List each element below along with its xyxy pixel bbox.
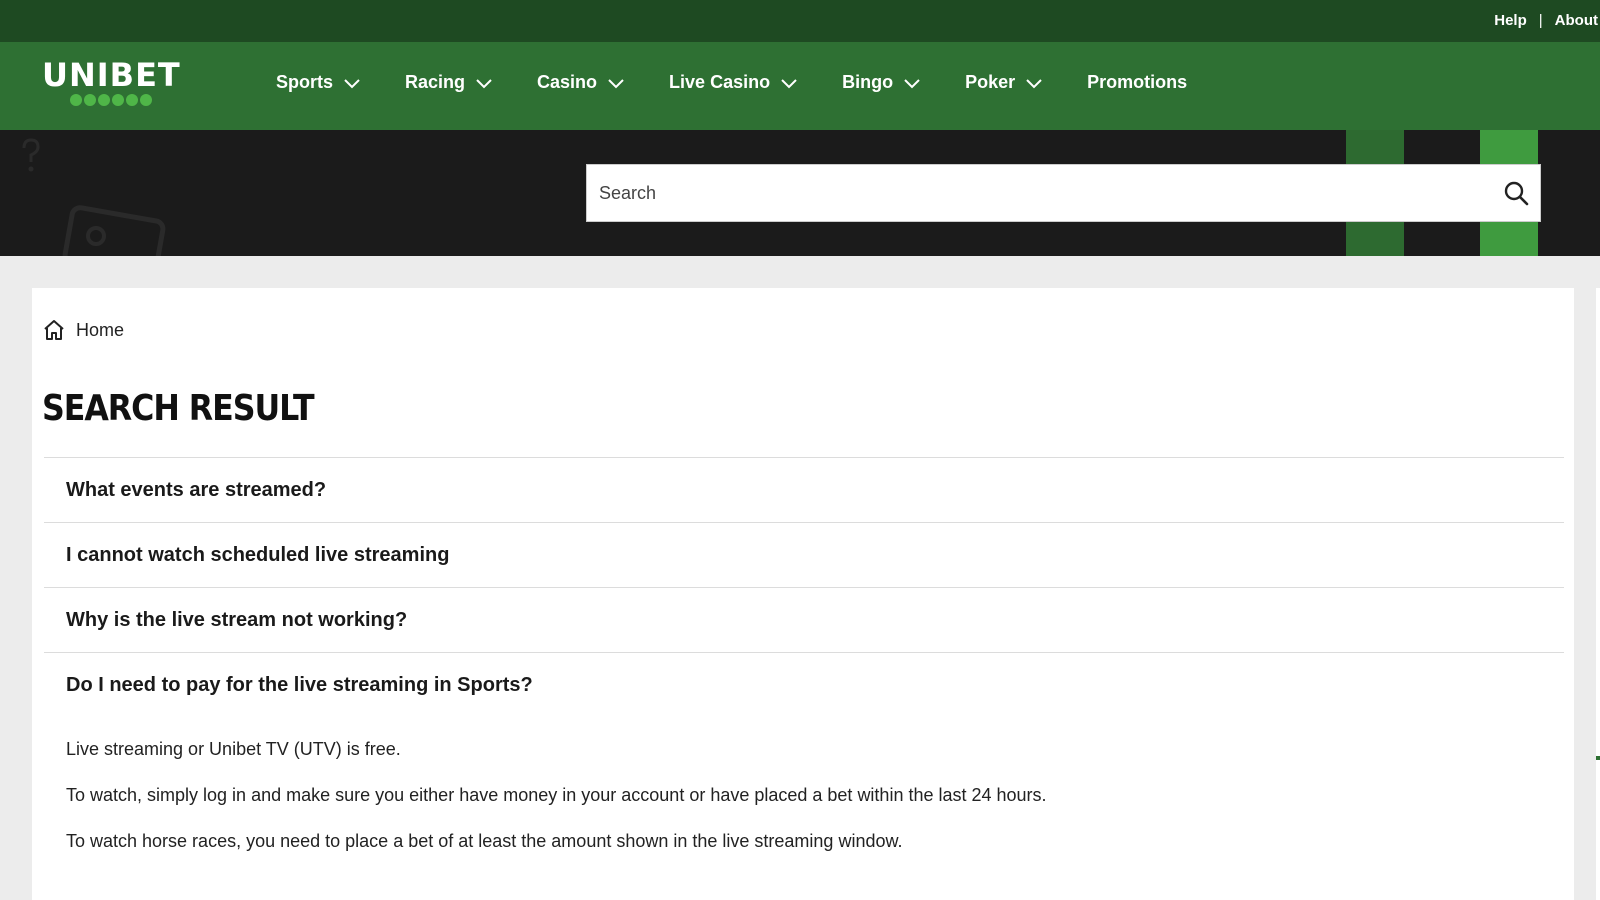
nav-item-label: Live Casino — [669, 72, 771, 92]
breadcrumb: Home — [42, 318, 124, 342]
page-title: SEARCH RESULT — [42, 388, 315, 429]
utility-separator: | — [1538, 12, 1543, 29]
search-results-card: Home SEARCH RESULT What events are strea… — [32, 288, 1574, 900]
nav-item-label: Casino — [537, 72, 598, 92]
answer-paragraph: Live streaming or Unibet TV (UTV) is fre… — [66, 739, 401, 759]
side-panel-marker — [1596, 756, 1600, 760]
nav-item-label: Poker — [965, 72, 1016, 92]
primary-nav: Sports Racing Casino Live Casino Bingo P… — [276, 72, 1231, 93]
result-question: What events are streamed? — [66, 478, 327, 501]
result-question: I cannot watch scheduled live streaming — [66, 543, 450, 566]
home-icon[interactable] — [42, 318, 66, 342]
nav-item-poker[interactable]: Poker — [965, 72, 1043, 93]
result-answer: Live streaming or Unibet TV (UTV) is fre… — [44, 717, 1564, 852]
chevron-down-icon — [1026, 78, 1042, 88]
chevron-down-icon — [608, 78, 624, 88]
nav-item-bingo[interactable]: Bingo — [842, 72, 921, 93]
result-item[interactable]: What events are streamed? — [44, 457, 1564, 522]
search-icon[interactable] — [1502, 179, 1530, 207]
question-mark-icon — [22, 138, 40, 172]
nav-item-casino[interactable]: Casino — [537, 72, 625, 93]
answer-paragraph: To watch, simply log in and make sure yo… — [66, 785, 1047, 805]
nav-item-racing[interactable]: Racing — [405, 72, 493, 93]
result-item[interactable]: I cannot watch scheduled live streaming — [44, 522, 1564, 587]
logo-wordmark: UNIBET — [42, 56, 181, 94]
utility-links: Help | About — [1494, 12, 1598, 29]
results-list: What events are streamed? I cannot watch… — [44, 457, 1564, 877]
nav-item-label: Racing — [405, 72, 466, 92]
nav-item-promotions[interactable]: Promotions — [1087, 72, 1187, 93]
unibet-logo[interactable]: UNIBET — [42, 58, 182, 110]
breadcrumb-home-link[interactable]: Home — [76, 320, 124, 341]
nav-item-label: Promotions — [1087, 72, 1188, 92]
answer-paragraph: To watch horse races, you need to place … — [66, 831, 903, 851]
chevron-down-icon — [904, 78, 920, 88]
result-question: Why is the live stream not working? — [66, 608, 408, 631]
search-bar — [586, 164, 1541, 222]
chevron-down-icon — [476, 78, 492, 88]
result-item-expanded[interactable]: Do I need to pay for the live streaming … — [44, 652, 1564, 717]
nav-item-sports[interactable]: Sports — [276, 72, 361, 93]
result-question: Do I need to pay for the live streaming … — [66, 673, 533, 696]
top-utility-bar: Help | About — [0, 0, 1600, 42]
search-input[interactable] — [587, 165, 1477, 221]
chevron-down-icon — [781, 78, 797, 88]
about-link[interactable]: About — [1555, 12, 1598, 29]
chevron-down-icon — [344, 78, 360, 88]
logo-dots — [70, 94, 182, 106]
result-item[interactable]: Why is the live stream not working? — [44, 587, 1564, 652]
search-hero-banner — [0, 130, 1600, 256]
main-navigation-bar: UNIBET Sports Racing Casino Live Casino … — [0, 42, 1600, 130]
nav-item-label: Bingo — [842, 72, 894, 92]
side-panel-edge — [1596, 288, 1600, 900]
nav-item-label: Sports — [276, 72, 334, 92]
id-card-icon — [62, 205, 166, 256]
nav-item-live-casino[interactable]: Live Casino — [669, 72, 798, 93]
help-link[interactable]: Help — [1494, 12, 1527, 29]
